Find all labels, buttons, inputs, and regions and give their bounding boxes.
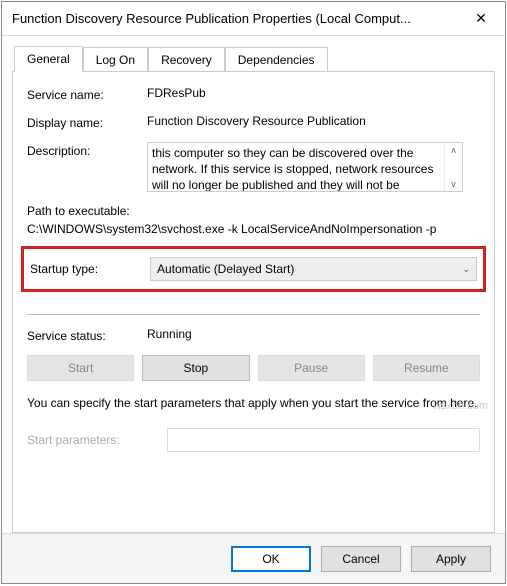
description-scrollbar[interactable]: ʌ v [444,143,462,191]
dialog-footer: OK Cancel Apply [2,533,505,583]
ok-button-label: OK [262,552,279,566]
close-icon: ✕ [475,10,487,27]
close-button[interactable]: ✕ [459,4,503,34]
apply-button[interactable]: Apply [411,546,491,572]
tab-general[interactable]: General [14,46,83,72]
tab-logon[interactable]: Log On [83,47,148,73]
start-params-input [167,428,480,452]
properties-dialog: Function Discovery Resource Publication … [1,1,506,584]
chevron-down-icon: v [451,179,456,189]
divider [27,314,480,315]
ok-button[interactable]: OK [231,546,311,572]
resume-button-label: Resume [404,361,449,375]
dialog-body: General Log On Recovery Dependencies Ser… [2,36,505,533]
cancel-button[interactable]: Cancel [321,546,401,572]
pause-button-label: Pause [294,361,328,375]
row-service-name: Service name: FDResPub [27,86,480,102]
label-service-status: Service status: [27,327,147,343]
value-service-status: Running [147,327,480,343]
label-start-params: Start parameters: [27,433,167,447]
description-box: this computer so they can be discovered … [147,142,463,192]
tab-panel-general: Service name: FDResPub Display name: Fun… [12,71,495,533]
row-display-name: Display name: Function Discovery Resourc… [27,114,480,130]
tab-logon-label: Log On [96,53,135,67]
tab-dependencies-label: Dependencies [238,53,315,67]
value-display-name: Function Discovery Resource Publication [147,114,480,130]
row-description: Description: this computer so they can b… [27,142,480,192]
row-service-status: Service status: Running [27,327,480,343]
label-startup-type: Startup type: [30,262,150,276]
startup-type-value: Automatic (Delayed Start) [157,262,294,276]
label-display-name: Display name: [27,114,147,130]
resume-button: Resume [373,355,480,381]
stop-button[interactable]: Stop [142,355,249,381]
description-text: this computer so they can be discovered … [148,143,444,191]
chevron-down-icon: ⌄ [462,264,470,275]
pause-button: Pause [258,355,365,381]
label-service-name: Service name: [27,86,147,102]
tab-general-label: General [27,52,70,66]
startup-type-highlight: Startup type: Automatic (Delayed Start) … [21,246,486,292]
apply-button-label: Apply [436,552,466,566]
start-button: Start [27,355,134,381]
service-control-buttons: Start Stop Pause Resume [27,355,480,381]
window-title: Function Discovery Resource Publication … [12,11,459,26]
value-path: C:\WINDOWS\system32\svchost.exe -k Local… [27,222,480,236]
row-start-params: Start parameters: [27,428,480,452]
watermark: wsxdn.com [433,400,488,412]
cancel-button-label: Cancel [342,552,379,566]
tab-dependencies[interactable]: Dependencies [225,47,328,73]
chevron-up-icon: ʌ [451,145,456,155]
start-button-label: Start [68,361,93,375]
row-path: Path to executable: C:\WINDOWS\system32\… [27,204,480,236]
tab-strip: General Log On Recovery Dependencies [14,46,495,72]
start-params-note: You can specify the start parameters tha… [27,395,480,412]
startup-type-dropdown[interactable]: Automatic (Delayed Start) ⌄ [150,257,477,281]
tab-recovery-label: Recovery [161,53,212,67]
tab-recovery[interactable]: Recovery [148,47,225,73]
value-service-name: FDResPub [147,86,480,102]
label-description: Description: [27,142,147,192]
titlebar: Function Discovery Resource Publication … [2,2,505,36]
label-path: Path to executable: [27,204,480,218]
stop-button-label: Stop [184,361,209,375]
